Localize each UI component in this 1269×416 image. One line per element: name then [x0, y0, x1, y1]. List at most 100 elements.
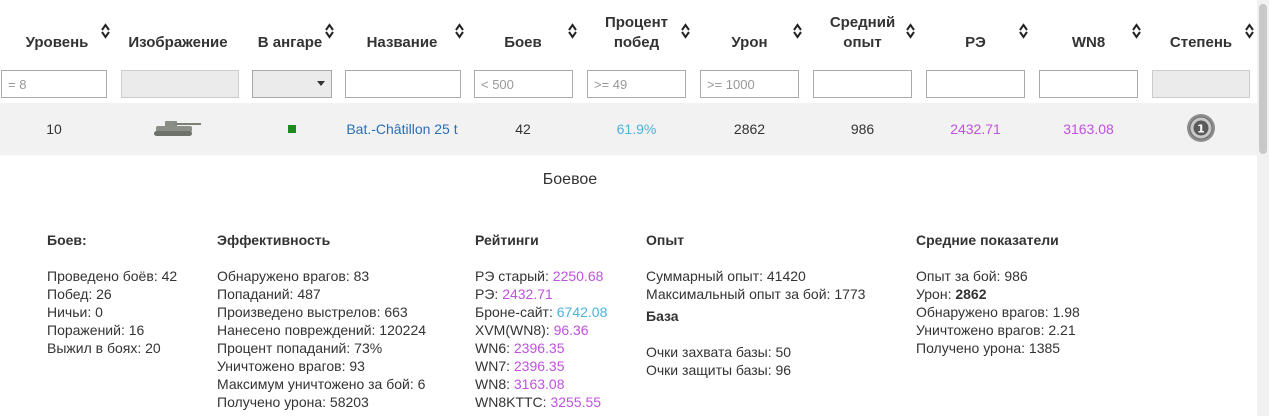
efficiency-stats-column: Эффективность Обнаружено врагов: 83 Попа…: [217, 231, 426, 411]
rating-label: XVM(WN8):: [475, 322, 554, 338]
avg-xp-filter-input[interactable]: [813, 70, 912, 98]
section-header: Средние показатели: [916, 232, 1059, 248]
col-header-battles[interactable]: Боев: [466, 0, 580, 62]
rating-line: WN8: 3163.08: [475, 375, 607, 393]
stat-line: Очки захвата базы: 50: [646, 344, 792, 360]
tank-icon: [153, 118, 203, 141]
sort-arrows-icon[interactable]: [455, 23, 464, 39]
col-header-label: РЭ: [965, 34, 986, 51]
wn8-cell: 3163.08: [1063, 121, 1114, 137]
rating-label: WN6:: [475, 340, 514, 356]
table-row[interactable]: 10 Bat.-Châtillon 25 t 42 61.9% 2862 986…: [0, 103, 1257, 155]
re-cell: 2432.71: [950, 121, 1001, 137]
sort-arrows-icon[interactable]: [1245, 23, 1254, 39]
sort-arrows-icon[interactable]: [568, 23, 577, 39]
sort-arrows-icon[interactable]: [906, 23, 915, 39]
battles-stats-column: Боев: Проведено боёв: 42 Побед: 26 Ничьи…: [47, 231, 177, 357]
table-header: Уровень Изображение В ангаре Название Бо…: [0, 0, 1269, 62]
garage-filter-select[interactable]: [252, 70, 332, 98]
mastery-cell: 1: [1145, 103, 1257, 155]
avg-xp-cell: 986: [850, 121, 875, 137]
col-header-garage[interactable]: В ангаре: [242, 0, 338, 62]
scrollbar[interactable]: [1257, 0, 1269, 416]
rating-label: РЭ:: [475, 286, 503, 302]
winrate-filter-input[interactable]: [587, 70, 686, 98]
tank-name-link[interactable]: Bat.-Châtillon 25 t: [346, 121, 457, 137]
rating-line: Броне-сайт: 6742.08: [475, 303, 607, 321]
stat-line: Нанесено повреждений: 120224: [217, 322, 427, 338]
stat-line: Поражений: 16: [47, 322, 145, 338]
garage-cell: [252, 103, 332, 155]
stat-line: Произведено выстрелов: 663: [217, 304, 408, 320]
rating-value: 96.36: [553, 322, 589, 338]
section-header: Боев:: [47, 232, 87, 248]
stat-line: Процент попаданий: 73%: [217, 340, 383, 356]
rating-line: РЭ старый: 2250.68: [475, 267, 607, 285]
col-header-label: В ангаре: [257, 34, 323, 51]
name-filter-input[interactable]: [345, 70, 461, 98]
mastery-filter-input: [1152, 70, 1250, 98]
mastery-badge-label: 1: [1197, 122, 1205, 135]
scrollbar-thumb[interactable]: [1259, 4, 1267, 154]
image-filter-input: [121, 70, 239, 98]
in-garage-indicator: [288, 125, 296, 133]
filter-row: [0, 70, 1269, 100]
level-cell: 10: [46, 121, 62, 137]
wn8-filter-input[interactable]: [1039, 70, 1138, 98]
col-header-wn8[interactable]: WN8: [1032, 0, 1145, 62]
stat-value: 2862: [955, 286, 987, 302]
sort-arrows-icon[interactable]: [1019, 23, 1028, 39]
rating-value: 3255.55: [550, 394, 602, 410]
col-header-label: WN8: [1071, 34, 1106, 51]
rating-line: XVM(WN8): 96.36: [475, 321, 607, 339]
winrate-cell: 61.9%: [616, 121, 657, 137]
col-header-label: Боев: [504, 34, 542, 51]
stat-line: Очки защиты базы: 96: [646, 362, 792, 378]
sort-arrows-icon[interactable]: [101, 23, 110, 39]
stat-line: Максимум уничтожено за бой: 6: [217, 376, 426, 392]
damage-cell: 2862: [733, 121, 766, 137]
col-header-label: Урон: [731, 34, 768, 51]
rating-label: РЭ старый:: [475, 268, 553, 284]
rating-label: WN8KTTC:: [475, 394, 551, 410]
col-header-image[interactable]: Изображение: [114, 0, 242, 62]
col-header-name[interactable]: Название: [338, 0, 466, 62]
section-header: Опыт: [646, 232, 685, 248]
stat-line: Попаданий: 487: [217, 286, 321, 302]
col-header-label: Название: [366, 34, 438, 51]
col-header-mastery[interactable]: Степень: [1145, 0, 1257, 62]
col-header-label: Уровень: [25, 34, 89, 51]
level-filter-input[interactable]: [1, 70, 107, 98]
stat-line: Побед: 26: [47, 286, 112, 302]
sort-arrows-icon[interactable]: [681, 23, 690, 39]
battles-filter-input[interactable]: [474, 70, 573, 98]
experience-column: Опыт Суммарный опыт: 41420 Максимальный …: [646, 231, 865, 379]
stat-line: Опыт за бой: 986: [916, 268, 1028, 284]
section-header: Рейтинги: [475, 232, 539, 248]
col-header-label: Процент побед: [604, 14, 669, 51]
stat-label: Урон:: [916, 286, 956, 302]
stat-line: Максимальный опыт за бой: 1773: [646, 286, 866, 302]
re-filter-input[interactable]: [926, 70, 1025, 98]
rating-line: WN8KTTC: 3255.55: [475, 393, 607, 411]
rating-value: 2432.71: [502, 286, 553, 302]
damage-filter-input[interactable]: [700, 70, 799, 98]
col-header-avg-xp[interactable]: Средний опыт: [806, 0, 919, 62]
rating-line: РЭ: 2432.71: [475, 285, 607, 303]
stat-line: Суммарный опыт: 41420: [646, 268, 806, 284]
sort-arrows-icon[interactable]: [793, 23, 802, 39]
stat-line: Уничтожено врагов: 2.21: [916, 322, 1076, 338]
stat-line: Выжил в боях: 20: [47, 340, 161, 356]
stat-line: Получено урона: 1385: [916, 340, 1061, 356]
rating-value: 2396.35: [513, 358, 565, 374]
sort-arrows-icon[interactable]: [1132, 23, 1141, 39]
stat-line: Обнаружено врагов: 83: [217, 268, 370, 284]
col-header-damage[interactable]: Урон: [693, 0, 806, 62]
stat-line: Проведено боёв: 42: [47, 268, 178, 284]
sort-arrows-icon[interactable]: [325, 23, 334, 39]
col-header-label: Степень: [1169, 34, 1233, 51]
col-header-winrate[interactable]: Процент побед: [580, 0, 693, 62]
col-header-level[interactable]: Уровень: [0, 0, 114, 62]
detail-title: Боевое: [542, 171, 598, 188]
col-header-re[interactable]: РЭ: [919, 0, 1032, 62]
